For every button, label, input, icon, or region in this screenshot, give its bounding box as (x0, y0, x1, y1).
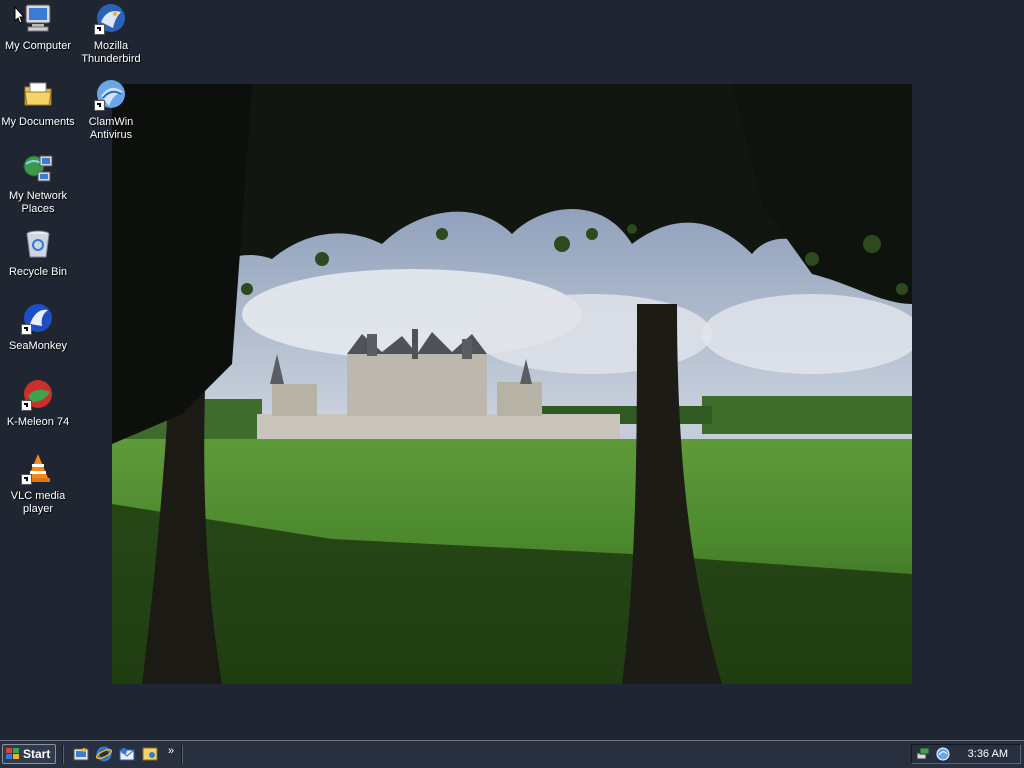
recycle-bin-icon (22, 228, 54, 260)
kmeleon-icon (21, 378, 54, 411)
quick-launch-overflow-button[interactable]: » (168, 745, 174, 757)
seamonkey-icon (21, 302, 54, 335)
desktop-icon-my-network-places[interactable]: My Network Places (0, 152, 76, 216)
desktop-icon-my-computer[interactable]: My Computer (0, 2, 76, 53)
quick-launch-separator (62, 745, 64, 764)
outlook-express-icon[interactable] (119, 746, 135, 762)
folder-documents-icon (22, 78, 54, 110)
desktop-icon-label: My Network Places (8, 190, 68, 215)
start-button[interactable]: Start (2, 744, 56, 764)
antivirus-tray-icon[interactable] (936, 747, 950, 761)
shortcut-arrow-icon (21, 324, 32, 335)
start-label: Start (23, 747, 51, 761)
desktop-icon-vlc[interactable]: VLC media player (0, 452, 76, 516)
desktop-icon-label: My Computer (4, 40, 72, 52)
media-icon[interactable] (142, 746, 158, 762)
desktop-icon-label: VLC media player (10, 490, 66, 515)
taskbar: Start » 3:36 AM (0, 740, 1024, 768)
computer-icon (22, 2, 54, 34)
windows-flag-icon (6, 748, 19, 759)
desktop-icon-kmeleon[interactable]: K-Meleon 74 (0, 378, 76, 429)
show-desktop-icon[interactable] (73, 746, 89, 762)
desktop-icon-clamwin[interactable]: ClamWin Antivirus (73, 78, 149, 142)
desktop-icon-label: My Documents (1, 116, 75, 128)
desktop-icon-label: Mozilla Thunderbird (81, 40, 141, 65)
clamwin-icon (94, 78, 127, 111)
desktop-icon-recycle-bin[interactable]: Recycle Bin (0, 228, 76, 279)
shortcut-arrow-icon (21, 474, 32, 485)
shortcut-arrow-icon (94, 24, 105, 35)
vlc-cone-icon (21, 452, 54, 485)
desktop-icon-label: ClamWin Antivirus (88, 116, 134, 141)
desktop-icon-mozilla-thunderbird[interactable]: Mozilla Thunderbird (73, 2, 149, 66)
system-tray: 3:36 AM (911, 744, 1021, 764)
desktop-icon-seamonkey[interactable]: SeaMonkey (0, 302, 76, 353)
shortcut-arrow-icon (21, 400, 32, 411)
network-tray-icon[interactable] (916, 747, 930, 761)
desktop-icon-label: K-Meleon 74 (6, 416, 70, 428)
shortcut-arrow-icon (94, 100, 105, 111)
desktop-icon-label: Recycle Bin (8, 266, 68, 278)
mouse-cursor-icon (14, 6, 26, 24)
desktop-icon-label: SeaMonkey (8, 340, 68, 352)
clock[interactable]: 3:36 AM (968, 748, 1008, 760)
task-area-separator (181, 745, 183, 764)
desktop-wallpaper (112, 84, 912, 684)
network-icon (22, 152, 54, 184)
internet-explorer-icon[interactable] (96, 746, 112, 762)
thunderbird-icon (94, 2, 127, 35)
desktop-icon-my-documents[interactable]: My Documents (0, 78, 76, 129)
